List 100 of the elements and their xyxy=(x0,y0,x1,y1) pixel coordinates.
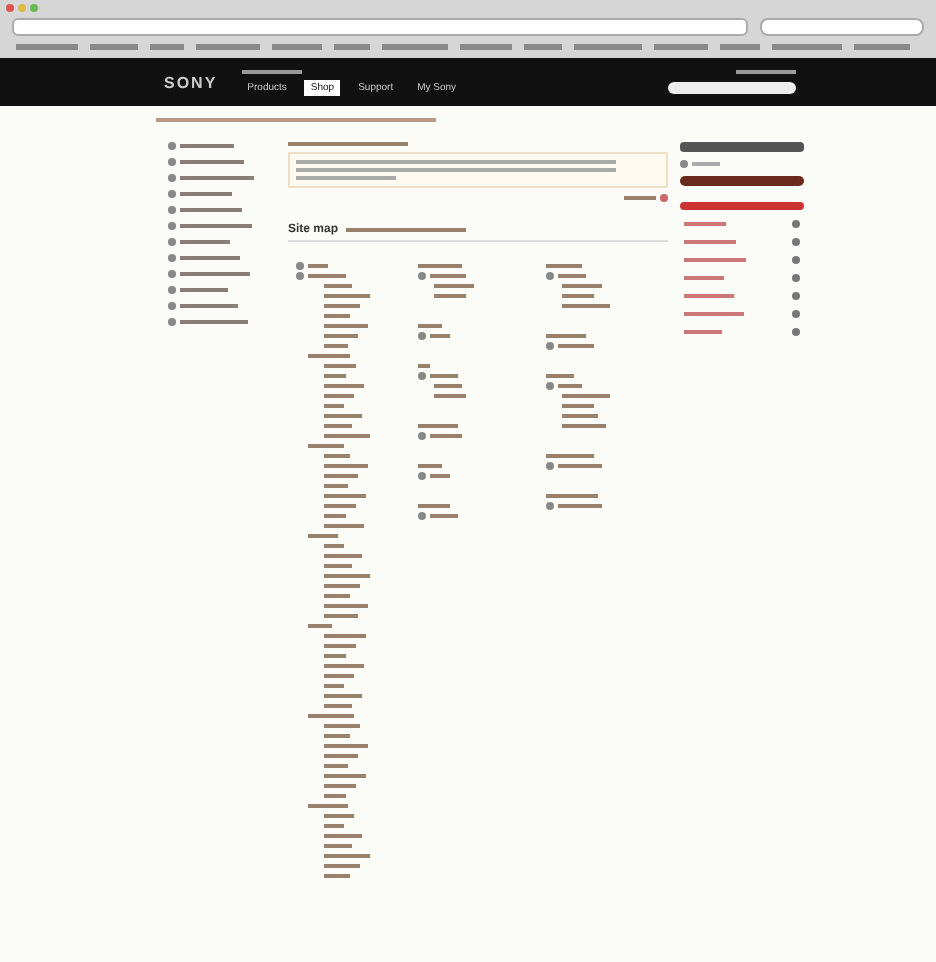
tree-link[interactable] xyxy=(562,403,595,407)
tree-link[interactable] xyxy=(324,483,348,487)
tree-link[interactable] xyxy=(324,793,346,797)
tree-link[interactable] xyxy=(546,333,587,337)
tree-link[interactable] xyxy=(324,383,364,387)
sign-in-button[interactable] xyxy=(680,176,804,186)
tree-link[interactable] xyxy=(562,293,595,297)
tree-link[interactable] xyxy=(558,503,603,507)
tree-link[interactable] xyxy=(324,473,358,477)
tree-link[interactable] xyxy=(324,703,352,707)
tree-link[interactable] xyxy=(324,413,362,417)
tree-link[interactable] xyxy=(417,463,442,467)
tree-link[interactable] xyxy=(324,513,346,517)
tree-link[interactable] xyxy=(429,433,462,437)
tree-link[interactable] xyxy=(324,583,360,587)
tree-link[interactable] xyxy=(308,273,346,277)
tree-link[interactable] xyxy=(324,753,358,757)
tree-link[interactable] xyxy=(308,353,350,357)
tree-link[interactable] xyxy=(324,373,346,377)
tree-link[interactable] xyxy=(324,743,368,747)
tree-link[interactable] xyxy=(324,493,366,497)
tree-link[interactable] xyxy=(429,333,450,337)
tree-link[interactable] xyxy=(308,803,348,807)
tree-link[interactable] xyxy=(558,383,583,387)
address-field[interactable] xyxy=(12,18,748,36)
promo-link[interactable] xyxy=(684,311,744,315)
tree-link[interactable] xyxy=(324,433,370,437)
tree-link[interactable] xyxy=(324,823,344,827)
tree-link[interactable] xyxy=(562,423,607,427)
tree-link[interactable] xyxy=(546,373,575,377)
tree-link[interactable] xyxy=(562,303,611,307)
tree-link[interactable] xyxy=(324,733,350,737)
tree-link[interactable] xyxy=(417,363,430,367)
tree-link[interactable] xyxy=(324,333,358,337)
tree-link[interactable] xyxy=(324,813,354,817)
tree-link[interactable] xyxy=(324,763,348,767)
tree-link[interactable] xyxy=(324,723,360,727)
promo-link[interactable] xyxy=(684,221,726,225)
tree-link[interactable] xyxy=(433,283,474,287)
tree-link[interactable] xyxy=(324,873,350,877)
promo-link[interactable] xyxy=(684,275,724,279)
tree-link[interactable] xyxy=(324,843,352,847)
tree-link[interactable] xyxy=(324,293,370,297)
tree-link[interactable] xyxy=(324,633,366,637)
tree-link[interactable] xyxy=(308,263,328,267)
tree-link[interactable] xyxy=(324,303,360,307)
tree-link[interactable] xyxy=(429,473,450,477)
tree-link[interactable] xyxy=(433,293,466,297)
tree-link[interactable] xyxy=(562,393,611,397)
tree-link[interactable] xyxy=(546,263,583,267)
tree-link[interactable] xyxy=(429,273,466,277)
tree-link[interactable] xyxy=(324,313,350,317)
tree-link[interactable] xyxy=(324,393,354,397)
tree-link[interactable] xyxy=(429,513,458,517)
search-field[interactable] xyxy=(668,82,796,94)
tree-link[interactable] xyxy=(308,623,332,627)
tree-link[interactable] xyxy=(324,563,352,567)
tree-link[interactable] xyxy=(324,363,356,367)
tree-link[interactable] xyxy=(546,493,599,497)
browser-search-field[interactable] xyxy=(760,18,924,36)
tree-link[interactable] xyxy=(546,453,595,457)
tree-link[interactable] xyxy=(324,603,368,607)
tree-link[interactable] xyxy=(558,463,603,467)
tree-link[interactable] xyxy=(324,673,354,677)
tree-link[interactable] xyxy=(324,503,356,507)
tree-link[interactable] xyxy=(324,683,344,687)
tree-link[interactable] xyxy=(558,343,595,347)
tree-link[interactable] xyxy=(324,453,350,457)
tree-link[interactable] xyxy=(324,773,366,777)
tree-link[interactable] xyxy=(324,283,352,287)
promo-link[interactable] xyxy=(684,329,722,333)
tree-link[interactable] xyxy=(433,383,462,387)
tree-link[interactable] xyxy=(417,323,442,327)
tree-link[interactable] xyxy=(324,573,370,577)
tree-link[interactable] xyxy=(324,653,346,657)
tree-link[interactable] xyxy=(324,463,368,467)
tree-link[interactable] xyxy=(324,423,352,427)
tree-link[interactable] xyxy=(324,553,362,557)
promo-link[interactable] xyxy=(684,257,746,261)
tree-link[interactable] xyxy=(324,853,370,857)
promo-link[interactable] xyxy=(684,239,736,243)
tree-link[interactable] xyxy=(433,393,466,397)
tree-link[interactable] xyxy=(429,373,458,377)
tree-link[interactable] xyxy=(308,533,338,537)
tree-link[interactable] xyxy=(324,783,356,787)
tree-link[interactable] xyxy=(558,273,587,277)
tree-link[interactable] xyxy=(562,413,599,417)
tree-link[interactable] xyxy=(324,643,356,647)
promo-link[interactable] xyxy=(684,293,734,297)
tree-link[interactable] xyxy=(324,343,348,347)
tree-link[interactable] xyxy=(324,323,368,327)
tree-link[interactable] xyxy=(308,713,354,717)
tree-link[interactable] xyxy=(324,593,350,597)
tree-link[interactable] xyxy=(324,613,358,617)
tree-link[interactable] xyxy=(324,543,344,547)
tree-link[interactable] xyxy=(324,693,362,697)
tree-link[interactable] xyxy=(324,833,362,837)
tree-link[interactable] xyxy=(324,523,364,527)
tree-link[interactable] xyxy=(324,863,360,867)
tree-link[interactable] xyxy=(324,403,344,407)
